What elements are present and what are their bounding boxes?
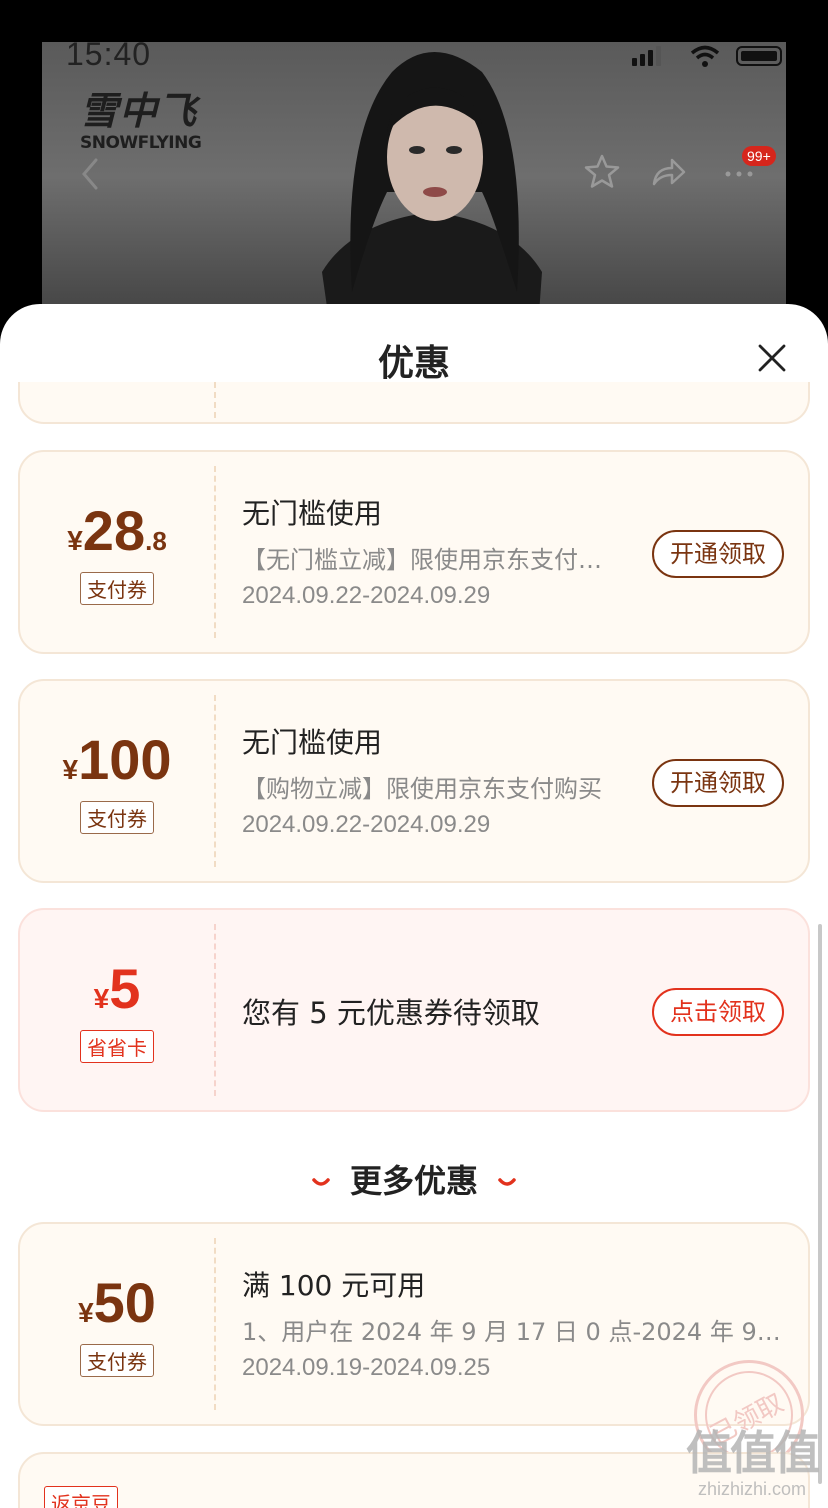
coupon-value-panel: ¥28.8 支付券 <box>20 452 214 652</box>
coupon-description: 1、用户在 2024 年 9 月 17 日 0 点-2024 年 9 月... <box>242 1318 782 1346</box>
model-photo <box>292 42 572 342</box>
coupon-divider <box>214 924 216 1096</box>
wifi-icon <box>690 45 720 67</box>
currency-symbol: ¥ <box>67 525 83 556</box>
coupon-title: 无门槛使用 <box>242 726 383 759</box>
status-icons <box>632 44 782 68</box>
promotions-sheet: 优惠 ¥28.8 支付券 无门槛使用 【无门槛立减】限使用京东支付购买 2024… <box>0 304 828 1508</box>
coupon-description: 【无门槛立减】限使用京东支付购买 <box>242 546 612 574</box>
coupon-title: 满 100 元可用 <box>242 1269 426 1302</box>
savings-card-coupon: ¥5 省省卡 您有 5 元优惠券待领取 点击领取 <box>18 908 810 1112</box>
amount-integer: 50 <box>93 1271 156 1334</box>
signal-icon <box>632 58 637 66</box>
more-offers-header: 更多优惠 <box>0 1156 828 1202</box>
coupon-title: 无门槛使用 <box>242 497 383 530</box>
coupon-message: 您有 5 元优惠券待领取 <box>242 996 540 1030</box>
chevron-down-icon <box>498 1178 516 1186</box>
coupon-validity: 2024.09.22-2024.09.29 <box>242 811 491 838</box>
watermark-logo: 值值值 <box>686 1426 820 1480</box>
currency-symbol: ¥ <box>93 983 110 1014</box>
coupon-card: ¥28.8 支付券 无门槛使用 【无门槛立减】限使用京东支付购买 2024.09… <box>18 450 810 654</box>
coupon-card: ¥50 支付券 满 100 元可用 1、用户在 2024 年 9 月 17 日 … <box>18 1222 810 1470</box>
signal-bar <box>656 46 661 66</box>
share-icon[interactable] <box>648 152 688 192</box>
coupon-type-tag: 省省卡 <box>80 1030 154 1063</box>
coupon-value-panel: ¥50 支付券 <box>20 1224 214 1424</box>
coupon-divider <box>214 382 216 418</box>
coupon-amount: ¥5 <box>20 956 214 1021</box>
message-count-badge: 99+ <box>742 146 776 166</box>
coupon-description: 【购物立减】限使用京东支付购买 <box>242 775 602 803</box>
brand-logo-en: SNOWFLYING <box>80 133 202 153</box>
site-watermark: 值值值 zhizhizhi.com <box>686 1417 820 1500</box>
coupon-amount: ¥100 <box>20 727 214 792</box>
currency-symbol: ¥ <box>62 754 79 785</box>
amount-integer: 5 <box>109 957 141 1020</box>
more-offers-title: 更多优惠 <box>349 1162 478 1200</box>
brand-logo: 雪中飞 SNOWFLYING <box>80 80 202 153</box>
coupon-value-panel: ¥100 支付券 <box>20 681 214 881</box>
coupon-amount: ¥50 <box>20 1270 214 1335</box>
activate-claim-button[interactable]: 开通领取 <box>652 759 784 807</box>
scrollbar[interactable] <box>818 924 822 1484</box>
coupon-type-tag: 返京豆 <box>44 1486 118 1508</box>
coupon-type-tag: 支付券 <box>80 1344 154 1377</box>
brand-logo-cn: 雪中飞 <box>80 89 198 133</box>
watermark-url: zhizhizhi.com <box>697 1479 807 1499</box>
back-arrow-icon[interactable] <box>78 156 102 192</box>
coupon-type-tag: 支付券 <box>80 801 154 834</box>
click-claim-button[interactable]: 点击领取 <box>652 988 784 1036</box>
status-bar: 15:40 <box>42 42 786 72</box>
product-page-background: 15:40 雪中飞 SNOWFLYING 99+ <box>42 42 786 342</box>
coupon-amount: ¥28.8 <box>20 498 214 563</box>
activate-claim-button[interactable]: 开通领取 <box>652 530 784 578</box>
amount-decimal: .8 <box>145 526 167 556</box>
coupon-validity: 2024.09.19-2024.09.25 <box>242 1354 491 1381</box>
status-time: 15:40 <box>66 42 152 72</box>
amount-integer: 100 <box>78 728 172 791</box>
coupon-card: ¥100 支付券 无门槛使用 【购物立减】限使用京东支付购买 2024.09.2… <box>18 679 810 883</box>
amount-integer: 28 <box>82 499 146 562</box>
coupon-divider <box>214 695 216 867</box>
coupon-divider <box>214 466 216 638</box>
sheet-title: 优惠 <box>377 343 450 384</box>
coupon-type-tag: 支付券 <box>80 572 154 605</box>
chevron-down-icon <box>312 1178 330 1186</box>
signal-bar <box>648 50 653 66</box>
currency-symbol: ¥ <box>78 1297 94 1328</box>
coupon-divider <box>214 1238 216 1410</box>
coupon-value-panel: ¥5 省省卡 <box>20 910 214 1110</box>
favorite-star-icon[interactable] <box>582 152 622 192</box>
battery-icon <box>736 46 782 66</box>
close-icon[interactable] <box>756 342 788 374</box>
signal-bar <box>640 54 645 66</box>
partial-coupon-card <box>18 382 810 424</box>
coupon-validity: 2024.09.22-2024.09.29 <box>242 582 491 609</box>
